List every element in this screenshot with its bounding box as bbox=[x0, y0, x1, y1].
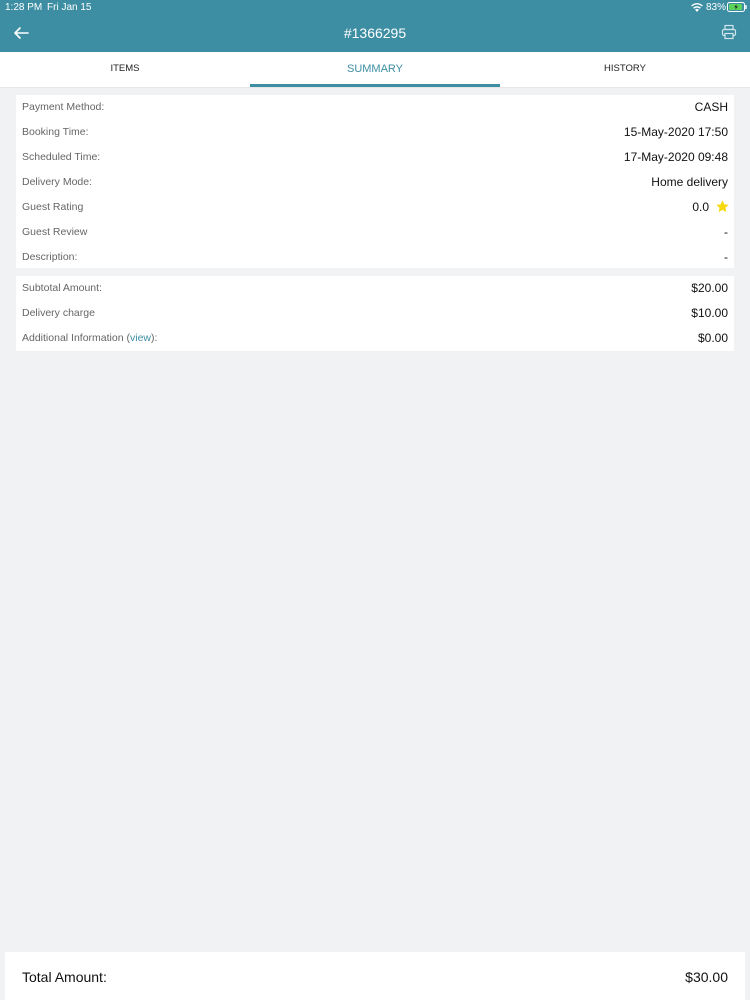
additional-info-value: $0.00 bbox=[697, 331, 728, 345]
delivery-charge-value: $10.00 bbox=[691, 306, 728, 320]
view-link[interactable]: view bbox=[130, 332, 151, 344]
subtotal-row: Subtotal Amount: $20.00 bbox=[16, 276, 734, 301]
total-amount-value: $30.00 bbox=[685, 969, 728, 985]
amounts-card: Subtotal Amount: $20.00 Delivery charge … bbox=[16, 276, 734, 351]
delivery-mode-value: Home delivery bbox=[651, 175, 728, 189]
status-time: 1:28 PM bbox=[5, 2, 43, 13]
payment-method-value: CASH bbox=[694, 100, 728, 114]
battery-percent: 83% bbox=[706, 2, 727, 13]
guest-rating-value: 0.0 bbox=[692, 200, 709, 214]
tab-bar: ITEMS SUMMARY HISTORY bbox=[0, 52, 750, 88]
status-bar: 1:28 PM Fri Jan 15 83% bbox=[0, 0, 750, 15]
tab-items[interactable]: ITEMS bbox=[0, 52, 250, 88]
guest-review-value: - bbox=[724, 225, 728, 239]
scheduled-time-label: Scheduled Time: bbox=[22, 151, 101, 163]
page-title: #1366295 bbox=[343, 25, 407, 41]
order-details-card: Payment Method: CASH Booking Time: 15-Ma… bbox=[16, 95, 734, 268]
payment-method-row: Payment Method: CASH bbox=[16, 95, 734, 120]
app-header: 1:28 PM Fri Jan 15 83% #1366295 bbox=[0, 0, 750, 52]
battery-icon bbox=[727, 2, 747, 12]
guest-rating-row: Guest Rating 0.0 bbox=[16, 195, 734, 220]
additional-info-label-suffix: ): bbox=[151, 332, 158, 344]
tab-summary[interactable]: SUMMARY bbox=[250, 52, 500, 88]
additional-info-row: Additional Information (view): $0.00 bbox=[16, 326, 734, 351]
description-label: Description: bbox=[22, 251, 78, 263]
scheduled-time-value: 17-May-2020 09:48 bbox=[623, 150, 728, 164]
active-tab-indicator bbox=[250, 84, 500, 87]
print-icon[interactable] bbox=[721, 24, 737, 40]
delivery-charge-label: Delivery charge bbox=[22, 307, 95, 319]
booking-time-label: Booking Time: bbox=[22, 126, 89, 138]
scheduled-time-row: Scheduled Time: 17-May-2020 09:48 bbox=[16, 145, 734, 170]
delivery-mode-label: Delivery Mode: bbox=[22, 176, 93, 188]
star-icon bbox=[716, 200, 729, 213]
subtotal-value: $20.00 bbox=[691, 281, 728, 295]
guest-review-row: Guest Review - bbox=[16, 220, 734, 245]
guest-review-label: Guest Review bbox=[22, 226, 88, 238]
description-value: - bbox=[724, 250, 728, 264]
booking-time-value: 15-May-2020 17:50 bbox=[623, 125, 728, 139]
subtotal-label: Subtotal Amount: bbox=[22, 282, 102, 294]
guest-rating-label: Guest Rating bbox=[22, 201, 84, 213]
tab-history[interactable]: HISTORY bbox=[500, 52, 750, 88]
total-amount-label: Total Amount: bbox=[22, 969, 107, 985]
booking-time-row: Booking Time: 15-May-2020 17:50 bbox=[16, 120, 734, 145]
status-date: Fri Jan 15 bbox=[47, 2, 92, 13]
description-row: Description: - bbox=[16, 245, 734, 270]
delivery-charge-row: Delivery charge $10.00 bbox=[16, 301, 734, 326]
additional-info-label-prefix: Additional Information ( bbox=[22, 332, 130, 344]
payment-method-label: Payment Method: bbox=[22, 101, 105, 113]
additional-info-label: Additional Information (view): bbox=[22, 332, 157, 344]
delivery-mode-row: Delivery Mode: Home delivery bbox=[16, 170, 734, 195]
wifi-icon bbox=[691, 3, 703, 12]
total-bar: Total Amount: $30.00 bbox=[5, 952, 745, 1000]
